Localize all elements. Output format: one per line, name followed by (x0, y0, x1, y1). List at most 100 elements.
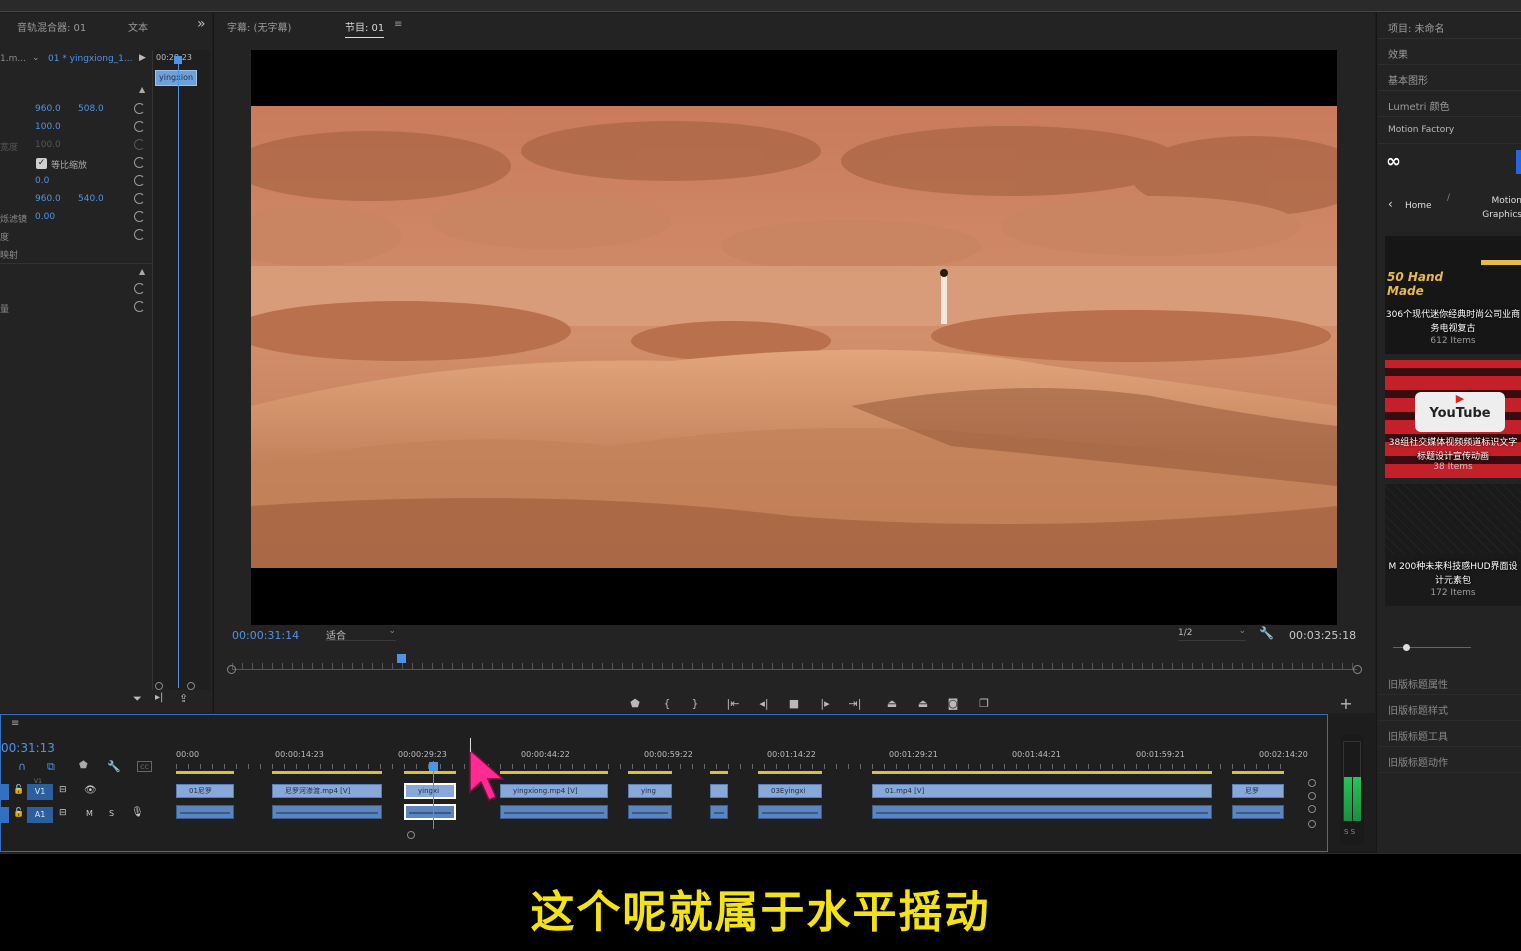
track-lock-icon[interactable]: 🔓 (13, 808, 24, 818)
export-icon[interactable]: ⇪ (179, 692, 188, 705)
scale-value[interactable]: 100.0 (35, 122, 61, 132)
video-clip[interactable]: yingxiong.mp4 [V] (500, 784, 608, 798)
fit-select[interactable]: 适合 ⌄ (326, 626, 396, 642)
project-panel-item[interactable]: 项目: 未命名 (1378, 13, 1521, 39)
essential-graphics-item[interactable]: 基本图形 (1378, 65, 1521, 91)
back-icon[interactable]: ‹ (1388, 197, 1393, 211)
resolution-select[interactable]: 1/2 ⌄ (1178, 626, 1246, 641)
track-height-handle[interactable] (1308, 820, 1316, 828)
step-back-icon[interactable]: ◂| (756, 696, 772, 712)
panel-menu-icon[interactable]: ≡ (394, 19, 402, 30)
audio-clip[interactable] (758, 805, 822, 819)
reset-icon[interactable] (134, 157, 145, 168)
captions-icon[interactable]: cc (137, 761, 152, 772)
current-timecode[interactable]: 00:00:31:14 (232, 629, 299, 642)
reset-icon[interactable] (134, 283, 145, 294)
mark-in-icon[interactable]: { (659, 696, 675, 712)
video-frame[interactable] (251, 50, 1337, 625)
video-clip[interactable]: 01尼罗 (176, 784, 234, 798)
microphone-icon[interactable]: 🎙 (131, 807, 144, 818)
video-clip[interactable]: ying (628, 784, 672, 798)
linked-selection-icon[interactable]: ⧉ (47, 760, 55, 774)
legacy-title-actions[interactable]: 旧版标题动作 (1378, 747, 1521, 773)
go-to-in-icon[interactable]: |⇤ (725, 696, 741, 712)
audio-clip[interactable] (628, 805, 672, 819)
go-to-out-icon[interactable]: ⇥| (847, 696, 863, 712)
track-height-handle[interactable] (1308, 779, 1316, 787)
audio-clip[interactable] (872, 805, 1212, 819)
timeline-settings-icon[interactable]: 🔧 (107, 760, 121, 773)
template-card[interactable]: M 200种未来科技感HUD界面设计元素包 172 Items (1385, 484, 1521, 606)
legacy-title-styles[interactable]: 旧版标题样式 (1378, 695, 1521, 721)
rotation-value[interactable]: 0.0 (35, 176, 49, 186)
legacy-title-properties[interactable]: 旧版标题属性 (1378, 669, 1521, 695)
wrench-icon[interactable]: 🔧 (1259, 626, 1274, 640)
mute-button[interactable]: M (86, 809, 93, 818)
video-clip-selected[interactable]: yingxi (404, 783, 456, 799)
video-clip[interactable] (710, 784, 728, 798)
reset-icon[interactable] (134, 121, 145, 132)
position-x-value[interactable]: 960.0 (35, 104, 61, 114)
template-card[interactable]: ▶ YouTube 38组社交媒体视频频道标识文字标题设计宣传动画 38 Ite… (1385, 360, 1521, 478)
track-sync-lock-icon[interactable]: ⊟ (59, 808, 67, 818)
audio-clip-selected[interactable] (404, 804, 456, 820)
clip-sequence-name[interactable]: 01 * yingxiong_1... (48, 54, 132, 64)
timeline-menu-icon[interactable]: ≡ (11, 718, 19, 729)
reset-icon[interactable] (134, 175, 145, 186)
timeline-playhead-handle[interactable] (429, 762, 438, 771)
zoom-handle-left[interactable] (227, 665, 236, 674)
tab-audio-mixer[interactable]: 音轨混合器: 01 (17, 19, 86, 34)
video-clip[interactable]: 尼罗河渗渡.mp4 [V] (272, 784, 382, 798)
card-zoom-slider[interactable] (1393, 644, 1471, 651)
audio-clip[interactable] (710, 805, 728, 819)
home-link[interactable]: Home (1405, 201, 1432, 211)
source-patch-a1[interactable] (1, 807, 9, 823)
add-marker-icon[interactable]: ⬟ (79, 760, 88, 771)
uniform-scale-checkbox[interactable]: ✓ (36, 158, 47, 169)
reset-icon[interactable] (134, 193, 145, 204)
track-lock-icon[interactable]: 🔓 (13, 785, 24, 795)
collapse-icon[interactable]: ▲ (139, 267, 145, 276)
add-button-icon[interactable]: + (1338, 696, 1354, 712)
template-card[interactable]: 50 Hand Made 306个现代迷你经典时尚公司业商务电视复古 612 I… (1385, 236, 1521, 354)
camera-icon[interactable]: ◙ (945, 696, 961, 712)
audio-clip[interactable] (176, 805, 234, 819)
expand-panels-icon[interactable]: » (197, 16, 206, 32)
monitor-playhead[interactable] (396, 654, 406, 663)
zoom-handle-right[interactable] (1353, 665, 1362, 674)
snap-icon[interactable]: ∩ (18, 760, 26, 773)
track-height-handle[interactable] (1308, 792, 1316, 800)
step-forward-icon[interactable]: |▸ (817, 696, 833, 712)
position-y-value[interactable]: 508.0 (78, 104, 104, 114)
reset-icon[interactable] (134, 211, 145, 222)
track-eye-icon[interactable]: 👁 (84, 785, 97, 796)
compare-view-icon[interactable]: ❐ (976, 696, 992, 712)
mini-playhead[interactable] (178, 58, 179, 688)
zoom-handle-left[interactable] (155, 682, 163, 690)
mini-clip-chip[interactable]: yingxion (155, 70, 197, 86)
reset-icon[interactable] (134, 229, 145, 240)
track-target-a1[interactable]: A1 (27, 807, 53, 823)
anchor-x-value[interactable]: 960.0 (35, 194, 61, 204)
mini-playhead-handle[interactable] (174, 56, 182, 64)
timeline-playhead[interactable] (433, 761, 434, 829)
video-clip[interactable]: 03Eyingxi (758, 784, 822, 798)
mini-timeline[interactable]: 00:29:23 yingxion (152, 50, 210, 690)
track-height-handle[interactable] (1308, 805, 1316, 813)
motion-factory-item[interactable]: Motion Factory (1378, 118, 1521, 144)
add-marker-icon[interactable]: ⬟ (627, 696, 643, 712)
tab-text[interactable]: 文本 (128, 19, 148, 34)
breadcrumb-current[interactable]: Motion Graphics Templates (1456, 194, 1521, 224)
slider-knob[interactable] (1403, 644, 1410, 651)
monitor-scrubber[interactable] (227, 654, 1362, 677)
lumetri-color-item[interactable]: Lumetri 颜色 (1378, 91, 1521, 117)
reset-icon[interactable] (134, 301, 145, 312)
effects-panel-item[interactable]: 效果 (1378, 39, 1521, 65)
filter-icon[interactable]: ⏷ (133, 692, 142, 706)
chevron-down-icon[interactable]: ⌄ (32, 53, 40, 63)
timeline-timecode[interactable]: 00:31:13 (1, 741, 55, 755)
solo-button[interactable]: S (109, 809, 114, 818)
tab-captions[interactable]: 字幕: (无字幕) (227, 19, 291, 34)
extract-icon[interactable]: ⏏ (915, 696, 931, 712)
source-patch-v1[interactable] (1, 784, 9, 800)
